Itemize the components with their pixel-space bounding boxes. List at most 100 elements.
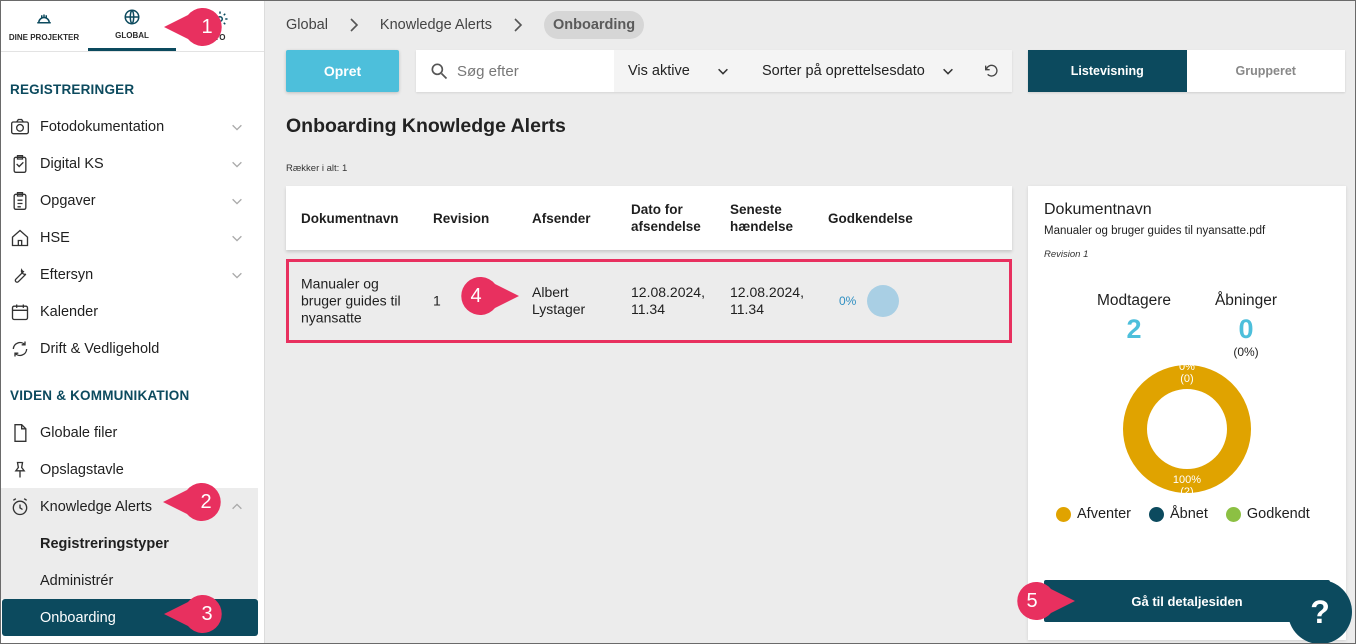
camera-icon bbox=[10, 117, 30, 137]
clipboard-list-icon bbox=[10, 191, 30, 211]
column-header-godkendelse[interactable]: Godkendelse bbox=[828, 210, 914, 227]
house-icon bbox=[10, 228, 30, 248]
chevron-right-icon bbox=[514, 18, 523, 32]
sidebar-item-digital-ks[interactable]: Digital KS bbox=[0, 145, 258, 182]
donut-bottom-percent: 100% bbox=[1172, 474, 1202, 486]
filter-dropdown[interactable]: Vis aktive bbox=[614, 50, 744, 92]
section-title-registreringer: REGISTRERINGER bbox=[10, 82, 135, 97]
sidebar-subitem-administrer[interactable]: Administrér bbox=[0, 562, 258, 599]
approval-pie bbox=[867, 285, 899, 317]
legend-label: Afventer bbox=[1077, 506, 1131, 522]
sidebar: DINE PROJEKTER GLOBAL TO REGISTRERINGER … bbox=[0, 0, 265, 644]
callout-number: 5 bbox=[1026, 589, 1038, 612]
tab-label: GLOBAL bbox=[115, 31, 149, 40]
alarm-clock-icon bbox=[10, 497, 30, 517]
opens-count: 0 bbox=[1238, 314, 1254, 344]
sort-dropdown[interactable]: Sorter på oprettelsesdato bbox=[744, 50, 969, 92]
donut-legend: Afventer Åbnet Godkendt bbox=[1056, 506, 1310, 522]
chevron-right-icon bbox=[350, 18, 359, 32]
details-file-name: Manualer og bruger guides til nyansatte.… bbox=[1044, 225, 1266, 237]
column-header-dokumentnavn[interactable]: Dokumentnavn bbox=[301, 210, 421, 227]
donut-top-percent: 0% bbox=[1179, 361, 1195, 373]
chevron-down-icon bbox=[232, 161, 242, 168]
cell-sent-date: 12.08.2024, 11.34 bbox=[631, 284, 705, 317]
cell-latest-event: 12.08.2024, 11.34 bbox=[730, 284, 804, 317]
column-header-revision[interactable]: Revision bbox=[433, 210, 513, 227]
view-toggle: Listevisning Grupperet bbox=[1028, 50, 1345, 92]
breadcrumb-onboarding: Onboarding bbox=[543, 11, 645, 39]
chevron-down-icon bbox=[232, 272, 242, 279]
chevron-down-icon bbox=[943, 68, 953, 75]
sidebar-item-fotodokumentation[interactable]: Fotodokumentation bbox=[0, 108, 258, 145]
sidebar-item-label: Knowledge Alerts bbox=[40, 498, 153, 515]
wrench-icon bbox=[10, 265, 30, 285]
legend-label: Åbnet bbox=[1170, 506, 1208, 522]
sidebar-item-globale-filer[interactable]: Globale filer bbox=[0, 414, 258, 451]
globe-icon bbox=[124, 9, 140, 25]
grouped-view-button[interactable]: Grupperet bbox=[1186, 50, 1345, 92]
row-count: Rækker i alt: 1 bbox=[286, 163, 348, 174]
sidebar-item-label: Opslagstavle bbox=[40, 461, 124, 478]
sidebar-item-label: Kalender bbox=[40, 303, 99, 320]
table-header: Dokumentnavn Revision Afsender Dato for … bbox=[286, 186, 1012, 250]
refresh-icon bbox=[10, 339, 30, 359]
help-button[interactable]: ? bbox=[1288, 580, 1352, 644]
filter-toolbar: Vis aktive Sorter på oprettelsesdato bbox=[416, 50, 1012, 92]
chevron-down-icon bbox=[232, 235, 242, 242]
donut-label-bottom: 100% (2) bbox=[1166, 474, 1208, 498]
chevron-down-icon bbox=[718, 68, 728, 75]
callout-number: 1 bbox=[201, 15, 213, 38]
callout-number: 3 bbox=[201, 602, 213, 625]
column-header-seneste[interactable]: Seneste hændelse bbox=[730, 201, 815, 235]
tab-label: DINE PROJEKTER bbox=[8, 32, 80, 42]
page-title: Onboarding Knowledge Alerts bbox=[286, 115, 566, 137]
alerts-table: Dokumentnavn Revision Afsender Dato for … bbox=[286, 186, 1012, 343]
recipients-count: 2 bbox=[1126, 314, 1142, 344]
search-box bbox=[416, 50, 614, 92]
sidebar-item-label: Opgaver bbox=[40, 192, 96, 209]
tab-global[interactable]: GLOBAL bbox=[88, 0, 176, 51]
donut-segment-afventer bbox=[1123, 365, 1251, 493]
details-panel: Dokumentnavn Manualer og bruger guides t… bbox=[1028, 186, 1346, 640]
sidebar-item-drift-vedligehold[interactable]: Drift & Vedligehold bbox=[0, 330, 258, 367]
cell-sender: Albert Lystager bbox=[532, 284, 586, 317]
chevron-down-icon bbox=[232, 198, 242, 205]
sidebar-item-opgaver[interactable]: Opgaver bbox=[0, 182, 258, 219]
callout-4: 4 bbox=[453, 277, 519, 315]
legend-label: Godkendt bbox=[1246, 506, 1310, 522]
filter-dropdown-value: Vis aktive bbox=[628, 63, 690, 79]
sidebar-subitem-label: Registreringstyper bbox=[40, 535, 169, 552]
legend-item-godkendt: Godkendt bbox=[1225, 506, 1310, 522]
sort-dropdown-value: Sorter på oprettelsesdato bbox=[762, 63, 925, 79]
reset-button[interactable] bbox=[969, 50, 1012, 92]
tab-dine-projekter[interactable]: DINE PROJEKTER bbox=[0, 0, 88, 51]
breadcrumb-global[interactable]: Global bbox=[286, 17, 328, 33]
legend-item-afventer: Afventer bbox=[1056, 506, 1131, 522]
donut-bottom-count: (2) bbox=[1180, 486, 1194, 498]
search-input[interactable] bbox=[457, 62, 607, 80]
callout-1: 1 bbox=[164, 8, 230, 46]
chevron-down-icon bbox=[232, 124, 242, 131]
legend-dot bbox=[1225, 506, 1241, 522]
sidebar-item-label: Drift & Vedligehold bbox=[40, 340, 160, 357]
section-title-viden-kommunikation: VIDEN & KOMMUNIKATION bbox=[10, 388, 190, 403]
column-header-dato[interactable]: Dato for afsendelse bbox=[631, 201, 716, 235]
go-to-details-button[interactable]: Gå til detaljesiden bbox=[1044, 580, 1330, 622]
sidebar-item-hse[interactable]: HSE bbox=[0, 219, 258, 256]
list-view-button[interactable]: Listevisning bbox=[1028, 50, 1187, 92]
sidebar-item-kalender[interactable]: Kalender bbox=[0, 293, 258, 330]
sidebar-item-label: HSE bbox=[40, 229, 70, 246]
chevron-up-icon bbox=[232, 503, 242, 510]
breadcrumb: Global Knowledge Alerts Onboarding bbox=[286, 10, 645, 40]
column-header-afsender[interactable]: Afsender bbox=[532, 210, 612, 227]
callout-5: 5 bbox=[1009, 582, 1075, 620]
create-button[interactable]: Opret bbox=[286, 50, 399, 92]
sidebar-item-eftersyn[interactable]: Eftersyn bbox=[0, 256, 258, 293]
sidebar-subitem-registreringstyper[interactable]: Registreringstyper bbox=[0, 525, 258, 562]
callout-number: 2 bbox=[200, 490, 212, 513]
file-icon bbox=[10, 423, 30, 443]
table-row[interactable]: Manualer og bruger guides til nyansatte … bbox=[286, 259, 1012, 343]
sidebar-subitem-label: Onboarding bbox=[40, 609, 116, 626]
breadcrumb-knowledge-alerts[interactable]: Knowledge Alerts bbox=[380, 17, 492, 33]
recipients-stat: Modtagere 2 bbox=[1086, 292, 1182, 345]
